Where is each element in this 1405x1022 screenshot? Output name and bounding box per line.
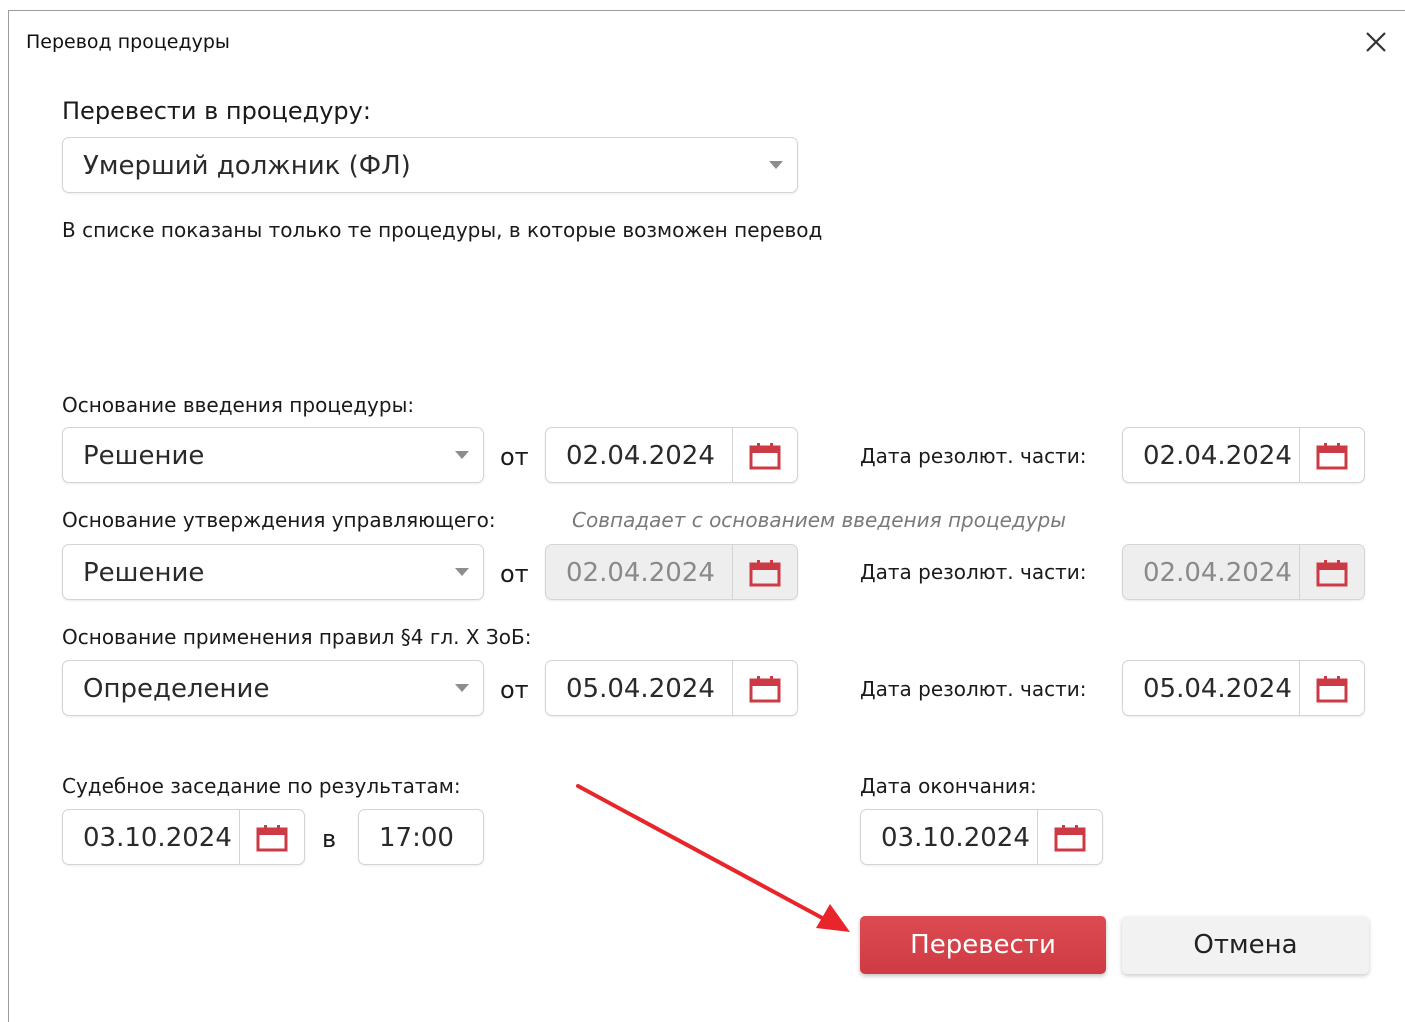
target-procedure-value: Умерший должник (ФЛ) [83, 151, 411, 181]
rules-basis-resolution-label: Дата резолют. части: [860, 677, 1087, 701]
intro-basis-label: Основание введения процедуры: [62, 393, 415, 417]
calendar-icon [1316, 559, 1348, 587]
rules-basis-resolution-date-field[interactable]: 05.04.2024 [1122, 660, 1365, 716]
chevron-down-icon [769, 161, 783, 169]
chevron-down-icon [455, 451, 469, 459]
hearing-time-value: 17:00 [379, 823, 454, 853]
intro-basis-type-value: Решение [83, 441, 205, 471]
manager-basis-date-value: 02.04.2024 [566, 558, 715, 588]
rules-basis-date-value: 05.04.2024 [566, 674, 715, 704]
intro-basis-resolution-label: Дата резолют. части: [860, 444, 1087, 468]
transfer-procedure-dialog: Перевод процедуры Перевести в процедуру:… [8, 10, 1405, 1022]
manager-basis-from-label: от [500, 560, 529, 588]
calendar-icon[interactable] [1316, 675, 1348, 703]
manager-basis-label: Основание утверждения управляющего: [62, 508, 496, 532]
intro-basis-from-label: от [500, 443, 529, 471]
chevron-down-icon [455, 568, 469, 576]
hearing-date-field[interactable]: 03.10.2024 [62, 809, 305, 865]
rules-basis-resolution-date-value: 05.04.2024 [1143, 674, 1292, 704]
submit-button[interactable]: Перевести [860, 916, 1106, 974]
rules-basis-label: Основание применения правил §4 гл. X ЗоБ… [62, 625, 532, 649]
manager-basis-type-value: Решение [83, 558, 205, 588]
target-procedure-select[interactable]: Умерший должник (ФЛ) [62, 137, 798, 193]
hearing-at-label: в [322, 825, 337, 853]
calendar-icon[interactable] [1316, 442, 1348, 470]
end-date-field[interactable]: 03.10.2024 [860, 809, 1103, 865]
calendar-icon[interactable] [256, 824, 288, 852]
dialog-title: Перевод процедуры [26, 31, 230, 53]
intro-basis-date-field[interactable]: 02.04.2024 [545, 427, 798, 483]
intro-basis-resolution-date-value: 02.04.2024 [1143, 441, 1292, 471]
rules-basis-type-select[interactable]: Определение [62, 660, 484, 716]
end-date-label: Дата окончания: [860, 774, 1037, 798]
manager-basis-resolution-label: Дата резолют. части: [860, 560, 1087, 584]
calendar-icon[interactable] [1054, 824, 1086, 852]
hearing-time-field[interactable]: 17:00 [358, 809, 484, 865]
calendar-icon[interactable] [749, 442, 781, 470]
intro-basis-type-select[interactable]: Решение [62, 427, 484, 483]
calendar-icon [749, 559, 781, 587]
rules-basis-from-label: от [500, 676, 529, 704]
intro-basis-date-value: 02.04.2024 [566, 441, 715, 471]
hearing-label: Судебное заседание по результатам: [62, 774, 461, 798]
calendar-icon[interactable] [749, 675, 781, 703]
end-date-value: 03.10.2024 [881, 823, 1030, 853]
manager-basis-note: Совпадает с основанием введения процедур… [572, 508, 1067, 532]
manager-basis-resolution-date-field: 02.04.2024 [1122, 544, 1365, 600]
manager-basis-date-field: 02.04.2024 [545, 544, 798, 600]
target-procedure-hint: В списке показаны только те процедуры, в… [62, 218, 823, 242]
target-procedure-label: Перевести в процедуру: [62, 97, 371, 125]
close-icon[interactable] [1359, 25, 1393, 59]
chevron-down-icon [455, 684, 469, 692]
manager-basis-resolution-date-value: 02.04.2024 [1143, 558, 1292, 588]
hearing-date-value: 03.10.2024 [83, 823, 232, 853]
intro-basis-resolution-date-field[interactable]: 02.04.2024 [1122, 427, 1365, 483]
rules-basis-type-value: Определение [83, 674, 270, 704]
cancel-button[interactable]: Отмена [1122, 916, 1369, 974]
manager-basis-type-select[interactable]: Решение [62, 544, 484, 600]
rules-basis-date-field[interactable]: 05.04.2024 [545, 660, 798, 716]
